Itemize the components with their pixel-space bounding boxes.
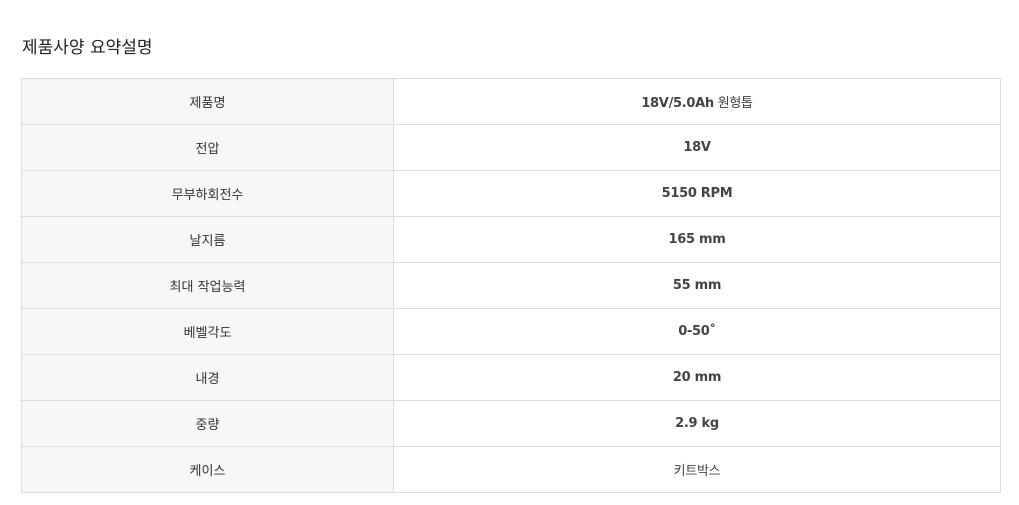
spec-label-weight: 중량 — [21, 400, 394, 447]
spec-label-no-load-speed: 무부하회전수 — [21, 170, 394, 217]
spec-value-weight: 2.9 kg — [393, 400, 1001, 447]
table-row: 중량 2.9 kg — [21, 400, 1001, 447]
spec-label-arbor: 내경 — [21, 354, 394, 401]
spec-label-case: 케이스 — [21, 446, 394, 493]
spec-label-product-name: 제품명 — [21, 78, 394, 125]
spec-value-case: 키트박스 — [393, 446, 1001, 493]
spec-value-no-load-speed: 5150 RPM — [393, 170, 1001, 217]
spec-label-blade-diameter: 날지름 — [21, 216, 394, 263]
table-row: 전압 18V — [21, 124, 1001, 171]
spec-table: 제품명 18V/5.0Ah 원형톱 전압 18V 무부하회전수 5150 RPM… — [21, 78, 1001, 493]
spec-label-bevel-angle: 베벨각도 — [21, 308, 394, 355]
spec-value-bevel-angle: 0-50˚ — [393, 308, 1001, 355]
product-model: 18V/5.0Ah — [641, 96, 714, 111]
spec-label-max-cut-capacity: 최대 작업능력 — [21, 262, 394, 309]
table-row: 케이스 키트박스 — [21, 446, 1001, 493]
spec-value-arbor: 20 mm — [393, 354, 1001, 401]
table-row: 내경 20 mm — [21, 354, 1001, 401]
spec-label-voltage: 전압 — [21, 124, 394, 171]
spec-value-blade-diameter: 165 mm — [393, 216, 1001, 263]
table-row: 제품명 18V/5.0Ah 원형톱 — [21, 78, 1001, 125]
table-row: 날지름 165 mm — [21, 216, 1001, 263]
spec-summary-title: 제품사양 요약설명 — [22, 38, 153, 58]
table-row: 최대 작업능력 55 mm — [21, 262, 1001, 309]
product-type: 원형톱 — [713, 96, 753, 111]
spec-value-max-cut-capacity: 55 mm — [393, 262, 1001, 309]
table-row: 베벨각도 0-50˚ — [21, 308, 1001, 355]
spec-value-product-name: 18V/5.0Ah 원형톱 — [393, 78, 1001, 125]
spec-value-voltage: 18V — [393, 124, 1001, 171]
table-row: 무부하회전수 5150 RPM — [21, 170, 1001, 217]
